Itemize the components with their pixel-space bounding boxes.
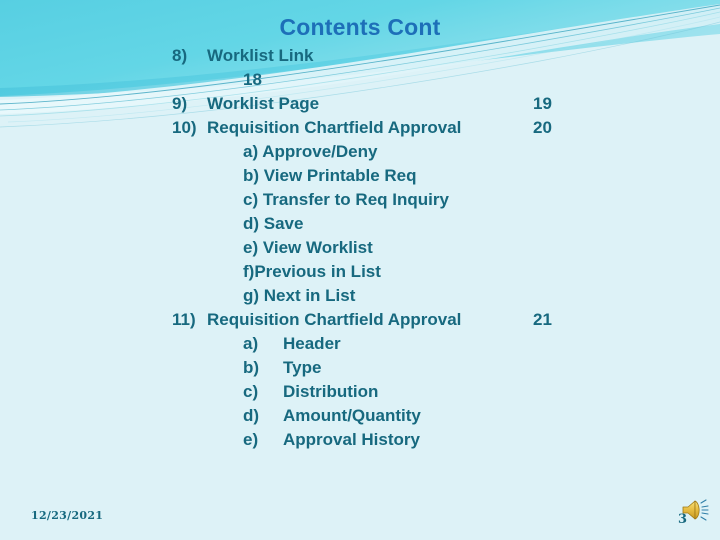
list-item: 9) Worklist Page 19 (0, 92, 720, 116)
list-subitem-label: g) Next in List (243, 286, 356, 305)
list-subitem-label: Approval History (283, 430, 420, 449)
footer-date: 12/23/2021 (31, 509, 104, 522)
list-subitem: a) Approve/Deny (0, 140, 720, 164)
page-number: 3 (678, 512, 688, 527)
list-item-continuation: 18 (0, 68, 720, 92)
list-subitem: f)Previous in List (0, 260, 720, 284)
list-subitem-label: e) View Worklist (243, 238, 373, 257)
list-subitem-marker: e) (243, 430, 259, 449)
list-item-label: Requisition Chartfield Approval (207, 310, 462, 329)
list-subitem-label: d) Save (243, 214, 304, 233)
list-subitem-label: Type (283, 358, 322, 377)
list-subitem: c) Distribution (0, 380, 720, 404)
page-title: Contents Cont (279, 14, 441, 40)
list-subitem-label: f)Previous in List (243, 262, 381, 281)
list-item-label: Requisition Chartfield Approval (207, 118, 462, 137)
contents-list: 8) Worklist Link 18 9) Worklist Page 19 … (0, 44, 720, 452)
list-subitem: e) View Worklist (0, 236, 720, 260)
list-subitem-marker: a) (243, 334, 259, 353)
list-item-marker: 10) (172, 118, 197, 137)
list-item-label: Worklist Page (207, 94, 320, 113)
list-subitem-label: Amount/Quantity (283, 406, 421, 425)
slide-canvas: Contents Cont 8) Worklist Link 18 9) Wor… (0, 0, 720, 540)
list-item: 8) Worklist Link (0, 44, 720, 68)
list-item-page: 20 (533, 118, 552, 137)
list-subitem-marker: d) (243, 406, 260, 425)
list-subitem: b) Type (0, 356, 720, 380)
list-subitem-label: Header (283, 334, 341, 353)
list-item-label: 18 (243, 70, 262, 89)
list-subitem: g) Next in List (0, 284, 720, 308)
list-subitem-marker: c) (243, 382, 259, 401)
list-item-page: 21 (533, 310, 552, 329)
list-item-marker: 11) (172, 310, 196, 329)
list-item: 11) Requisition Chartfield Approval 21 (0, 308, 720, 332)
list-subitem-label: Distribution (283, 382, 379, 401)
list-subitem-label: b) View Printable Req (243, 166, 417, 185)
list-item: 10) Requisition Chartfield Approval 20 (0, 116, 720, 140)
list-subitem: a) Header (0, 332, 720, 356)
list-subitem-label: c) Transfer to Req Inquiry (243, 190, 449, 209)
list-subitem-marker: b) (243, 358, 260, 377)
list-subitem: c) Transfer to Req Inquiry (0, 188, 720, 212)
list-item-page: 19 (533, 94, 552, 113)
list-subitem: e) Approval History (0, 428, 720, 452)
list-subitem: d) Amount/Quantity (0, 404, 720, 428)
list-subitem: d) Save (0, 212, 720, 236)
list-item-label: Worklist Link (207, 46, 314, 65)
list-subitem: b) View Printable Req (0, 164, 720, 188)
list-item-marker: 9) (172, 94, 188, 113)
list-item-marker: 8) (172, 46, 188, 65)
list-subitem-label: a) Approve/Deny (243, 142, 378, 161)
